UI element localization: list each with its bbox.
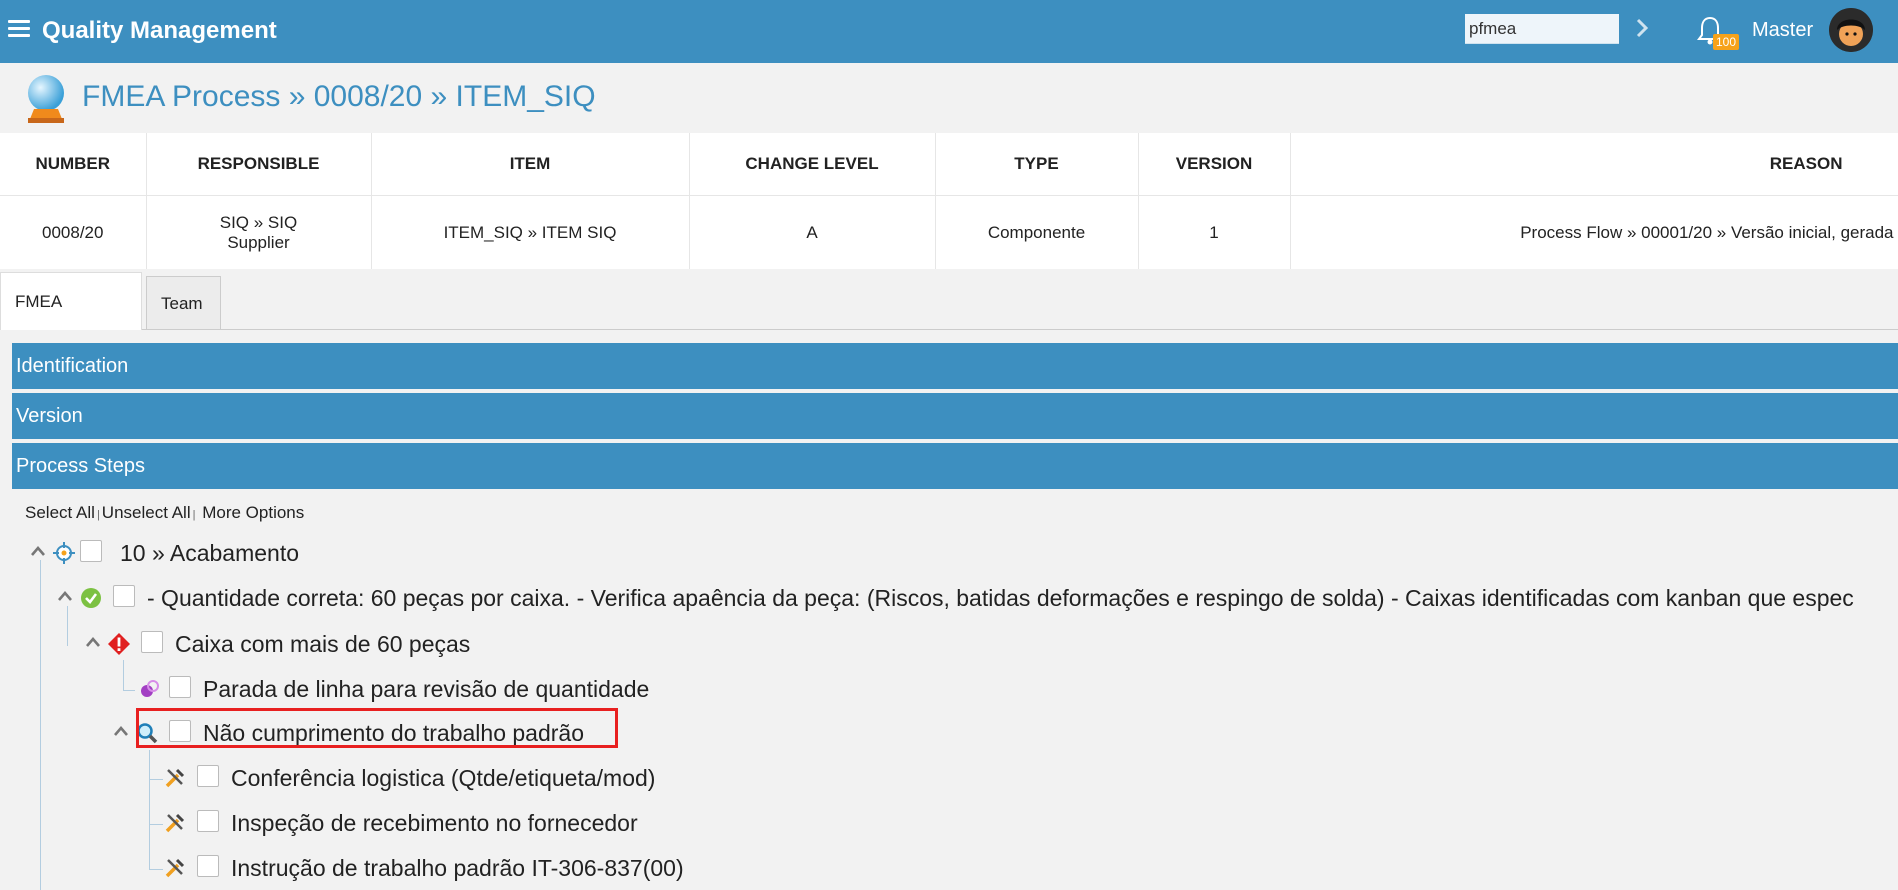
cell-number: 0008/20: [0, 195, 147, 269]
section-process-steps[interactable]: Process Steps: [12, 443, 1898, 489]
tree-guide-line: [149, 750, 150, 870]
tree-node-label[interactable]: Instrução de trabalho padrão IT-306-837(…: [231, 854, 684, 882]
warning-diamond-icon: [108, 633, 130, 655]
tree-checkbox[interactable]: [197, 765, 219, 787]
user-name[interactable]: Master: [1752, 19, 1813, 42]
tree-guide-line: [40, 560, 41, 890]
tree-node-label[interactable]: 10 » Acabamento: [120, 539, 299, 567]
chevron-up-icon[interactable]: [30, 543, 46, 559]
tree-checkbox[interactable]: [113, 585, 135, 607]
tree-node-label[interactable]: Caixa com mais de 60 peças: [175, 630, 470, 658]
app-title: Quality Management: [42, 17, 277, 44]
column-header-responsible: RESPONSIBLE: [146, 133, 372, 196]
column-header-item: ITEM: [371, 133, 690, 196]
responsible-line-2: Supplier: [227, 232, 290, 252]
tree-checkbox[interactable]: [197, 810, 219, 832]
unselect-all-link[interactable]: Unselect All: [102, 503, 191, 522]
column-header-change-level: CHANGE LEVEL: [689, 133, 936, 196]
tree-checkbox[interactable]: [141, 631, 163, 653]
more-options-link[interactable]: More Options: [202, 503, 304, 522]
tree-node-label[interactable]: - Quantidade correta: 60 peças por caixa…: [147, 584, 1854, 612]
fmea-info-table: NUMBER RESPONSIBLE ITEM CHANGE LEVEL TYP…: [0, 133, 1898, 269]
hamburger-menu-icon[interactable]: [8, 20, 30, 38]
column-header-number: NUMBER: [0, 133, 147, 196]
tree-checbox[interactable]: [169, 676, 191, 698]
chevron-up-icon[interactable]: [113, 723, 129, 739]
tools-icon: [165, 858, 185, 878]
tree-guide-line: [123, 690, 135, 691]
page-header: FMEA Process » 0008/20 » ITEM_SIQ: [0, 63, 1898, 133]
tab-divider: [142, 329, 1898, 330]
tree-guide-line: [149, 869, 163, 870]
tab-team[interactable]: Team: [146, 276, 221, 330]
tree-checkbox[interactable]: [80, 540, 102, 562]
tree-guide-line: [149, 779, 163, 780]
tab-fmea-process[interactable]: FMEA Process: [0, 272, 142, 369]
column-header-version: VERSION: [1138, 133, 1291, 196]
cell-version: 1: [1138, 195, 1291, 269]
cell-change-level: A: [689, 195, 936, 269]
select-all-link[interactable]: Select All: [25, 503, 95, 522]
table-header-row: NUMBER RESPONSIBLE ITEM CHANGE LEVEL TYP…: [0, 133, 1898, 196]
cell-type: Componente: [935, 195, 1139, 269]
avatar[interactable]: [1829, 8, 1873, 52]
tree-options: Select All | Unselect All | More Options: [25, 503, 305, 522]
responsible-line-1: SIQ » SIQ: [219, 212, 298, 232]
check-circle-icon: [81, 588, 101, 608]
chevron-right-icon[interactable]: [1630, 14, 1654, 42]
top-bar: Quality Management 100 Master: [0, 0, 1898, 63]
table-row: 0008/20 SIQ » SIQ Supplier ITEM_SIQ » ITE…: [0, 195, 1898, 269]
tree-guide-line: [123, 660, 124, 690]
page-title: FMEA Process » 0008/20 » ITEM_SIQ: [82, 80, 596, 113]
cell-item: ITEM_SIQ » ITEM SIQ: [371, 195, 690, 269]
section-version[interactable]: Version: [12, 393, 1898, 439]
notification-badge: 100: [1713, 34, 1740, 50]
tab-bar: FMEA Process Team: [0, 269, 1898, 369]
column-header-reason: REASON: [1290, 133, 1898, 196]
tree-checkbox[interactable]: [197, 855, 219, 877]
highlight-box: [136, 708, 618, 748]
crosshair-icon: [53, 542, 75, 564]
chevron-up-icon[interactable]: [57, 588, 73, 604]
chevron-up-icon[interactable]: [85, 634, 101, 650]
search-input[interactable]: [1465, 14, 1619, 44]
effect-icon: [141, 680, 159, 697]
tools-icon: [165, 813, 185, 833]
tree-node-label[interactable]: Inspeção de recebimento no fornecedor: [231, 809, 638, 837]
tree-guide-line: [149, 824, 163, 825]
section-identification[interactable]: Identification: [12, 343, 1898, 389]
cell-reason: Process Flow » 00001/20 » Versão inicial…: [1290, 195, 1898, 269]
crystal-ball-icon: [28, 75, 64, 123]
column-header-type: TYPE: [935, 133, 1139, 196]
cell-responsible: SIQ » SIQ Supplier: [146, 195, 372, 269]
tools-icon: [165, 768, 185, 788]
tree-guide-line: [67, 606, 68, 646]
tree-node-label[interactable]: Parada de linha para revisão de quantida…: [203, 675, 649, 703]
tree-node-label[interactable]: Conferência logistica (Qtde/etiqueta/mod…: [231, 764, 655, 792]
